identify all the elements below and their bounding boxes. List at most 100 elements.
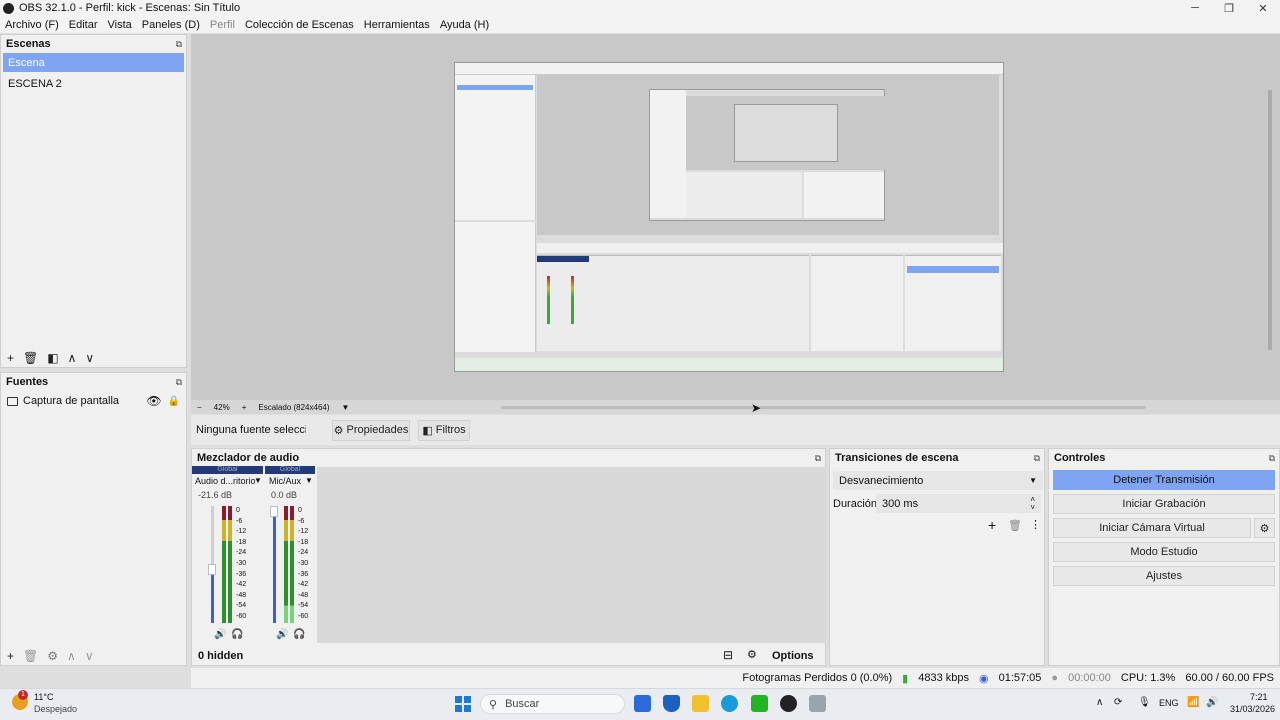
undock-icon[interactable]: ⧉ (176, 39, 182, 50)
menu-perfil[interactable]: Perfil (205, 19, 240, 31)
close-button[interactable]: ✕ (1246, 2, 1280, 15)
windows-start-icon[interactable] (455, 696, 471, 712)
edge-icon[interactable] (721, 695, 738, 712)
studio-mode-button[interactable]: Modo Estudio (1053, 542, 1275, 562)
menu-editar[interactable]: Editar (64, 19, 103, 31)
remove-transition-icon[interactable]: 🗑 (1008, 519, 1022, 532)
add-source-icon[interactable]: + (7, 649, 14, 663)
start-virtual-camera-button[interactable]: Iniciar Cámara Virtual (1053, 518, 1251, 538)
app-icon[interactable] (809, 695, 826, 712)
undock-icon[interactable]: ⧉ (815, 453, 821, 464)
maximize-button[interactable]: ❐ (1212, 2, 1246, 15)
preview-screen-capture (454, 62, 1004, 372)
spin-arrows-icon[interactable]: ˄ ˅ (1030, 495, 1035, 512)
language-indicator[interactable]: ENG (1159, 698, 1179, 708)
transition-select[interactable]: Desvanecimiento ▼ (833, 471, 1043, 490)
move-up-icon[interactable]: ∧ (67, 649, 76, 663)
preview-horizontal-scrollbar[interactable] (501, 405, 1147, 409)
channel-2-menu-icon[interactable]: ▼ (305, 476, 313, 485)
minimize-button[interactable]: ─ (1178, 2, 1212, 15)
remove-source-icon[interactable]: 🗑 (23, 649, 38, 663)
file-explorer-icon[interactable] (692, 695, 709, 712)
channel-2-mute-icon[interactable]: 🔊 (276, 629, 288, 640)
mixer-scroll-area (317, 467, 826, 643)
menu-coleccion-escenas[interactable]: Colección de Escenas (240, 19, 359, 31)
dropped-frames: Fotogramas Perdidos 0 (0.0%) (742, 672, 893, 684)
microphone-icon[interactable]: 🎙 (1138, 697, 1151, 708)
menu-paneles[interactable]: Paneles (D) (137, 19, 205, 31)
channel-1-global-tag: Global (192, 466, 263, 474)
preview-vertical-scrollbar[interactable] (1268, 90, 1272, 350)
channel-2-meter-right (290, 506, 294, 623)
move-down-icon[interactable]: ∨ (85, 649, 94, 663)
obs-logo-icon (3, 2, 14, 14)
source-item[interactable]: Captura de pantalla 👁 🔒 (1, 391, 186, 411)
scale-dropdown-icon[interactable]: ▼ (342, 403, 350, 412)
kick-icon[interactable] (751, 695, 768, 712)
undock-icon[interactable]: ⧉ (1269, 453, 1275, 464)
menu-ayuda[interactable]: Ayuda (H) (435, 19, 494, 31)
move-up-icon[interactable]: ∧ (68, 351, 77, 365)
volume-icon[interactable]: 🔊 (1206, 697, 1218, 708)
defender-icon[interactable] (663, 695, 680, 712)
zoom-out-icon[interactable]: − (197, 403, 202, 412)
filters-label: Filtros (435, 424, 466, 436)
menu-herramientas[interactable]: Herramientas (359, 19, 435, 31)
task-view-icon[interactable] (634, 695, 651, 712)
wifi-icon[interactable]: 📶 (1187, 697, 1199, 708)
chevron-down-icon: ▼ (1029, 476, 1037, 485)
undock-icon[interactable]: ⧉ (1034, 453, 1040, 464)
scene-item-escena-2[interactable]: ESCENA 2 (3, 74, 184, 93)
transitions-title: Transiciones de escena (835, 452, 959, 464)
settings-button[interactable]: Ajustes (1053, 566, 1275, 586)
scenes-dock: Escenas ⧉ Escena ESCENA 2 + 🗑 ◧ ∧ ∨ (0, 34, 187, 368)
tray-chevron-icon[interactable]: ∧ (1096, 697, 1103, 708)
bitrate: 4833 kbps (918, 672, 969, 684)
channel-2-monitor-icon[interactable]: 🎧 (293, 629, 305, 640)
transition-menu-icon[interactable]: ⋮ (1030, 518, 1041, 531)
clock-time[interactable]: 7:21 (1250, 692, 1268, 702)
start-recording-button[interactable]: Iniciar Grabación (1053, 494, 1275, 514)
filters-icon: ◧ (422, 424, 433, 437)
virtual-camera-settings-icon[interactable]: ⚙ (1254, 518, 1275, 538)
window-title: OBS 32.1.0 - Perfil: kick - Escenas: Sin… (19, 2, 241, 14)
taskbar-search[interactable]: ⚲ Buscar (480, 694, 625, 714)
menu-archivo[interactable]: Archivo (F) (0, 19, 64, 31)
duration-spinbox[interactable]: 300 ms ˄ ˅ (876, 494, 1041, 513)
clock-date[interactable]: 31/03/2026 (1230, 704, 1275, 714)
weather-temp: 11°C (34, 692, 54, 702)
tray-app-icon[interactable]: ⟳ (1114, 697, 1122, 708)
stop-streaming-button[interactable]: Detener Transmisión (1053, 470, 1275, 490)
advanced-audio-icon[interactable]: ⚙ (747, 648, 757, 661)
fps-counter: 60.00 / 60.00 FPS (1185, 672, 1274, 684)
remove-scene-icon[interactable]: 🗑 (23, 351, 38, 365)
channel-2-volume-handle[interactable] (270, 506, 278, 517)
undock-icon[interactable]: ⧉ (176, 377, 182, 388)
scene-item-escena[interactable]: Escena (3, 53, 184, 72)
menu-vista[interactable]: Vista (103, 19, 137, 31)
record-time: 00:00:00 (1068, 672, 1111, 684)
channel-1-monitor-icon[interactable]: 🎧 (231, 629, 243, 640)
context-bar: Ninguna fuente seleccionad ⚙Propiedades … (191, 415, 1280, 445)
zoom-level: 42% (213, 402, 230, 412)
filters-button[interactable]: ◧ Filtros (418, 419, 470, 441)
obs-taskbar-icon[interactable] (780, 695, 797, 712)
source-settings-icon[interactable]: ⚙ (47, 649, 58, 663)
channel-1-menu-icon[interactable]: ▼ (254, 476, 262, 485)
visibility-eye-icon[interactable]: 👁 (146, 394, 161, 408)
mixer-layout-icon[interactable]: ⊟ (723, 648, 733, 662)
add-scene-icon[interactable]: + (7, 351, 14, 365)
duration-value: 300 ms (882, 497, 919, 510)
zoom-in-icon[interactable]: + (242, 403, 247, 412)
lock-icon[interactable]: 🔒 (168, 396, 180, 407)
gear-icon: ⚙ (333, 424, 344, 437)
move-down-icon[interactable]: ∨ (85, 351, 94, 365)
channel-1-volume-handle[interactable] (208, 564, 216, 575)
add-transition-icon[interactable]: + (988, 517, 996, 533)
scene-filters-icon[interactable]: ◧ (47, 351, 58, 365)
channel-2-volume-fill[interactable] (273, 506, 276, 623)
audio-mixer-dock: Mezclador de audio ⧉ Global Audio d...rit… (191, 448, 826, 675)
properties-button[interactable]: ⚙ Propiedades (332, 419, 410, 441)
channel-1-mute-icon[interactable]: 🔊 (214, 629, 226, 640)
scenes-toolbar: + 🗑 ◧ ∧ ∨ (1, 351, 94, 365)
